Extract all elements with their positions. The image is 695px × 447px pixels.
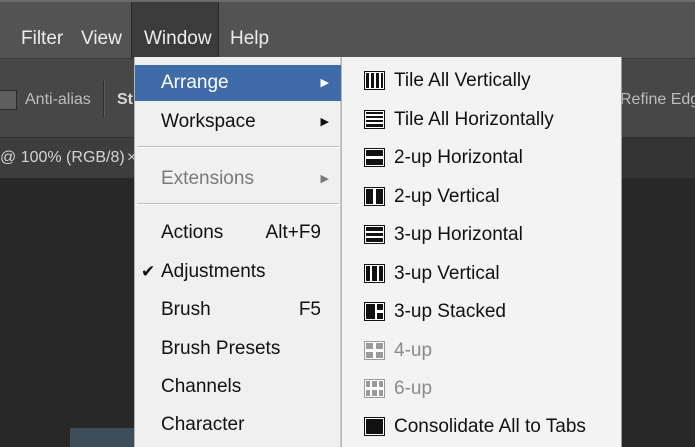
window-menu: Arrange ▶ Workspace ▶ Extensions ▶ Actio… (134, 57, 341, 447)
submenu-item-3-up-stacked[interactable]: 3-up Stacked (342, 294, 622, 330)
submenu-item-3-up-horizontal[interactable]: 3-up Horizontal (342, 217, 622, 253)
menu-item-character[interactable]: Character (135, 407, 341, 443)
menu-item-label: Brush Presets (161, 338, 281, 359)
style-label: St (117, 91, 133, 108)
menu-item-label: Brush (161, 299, 211, 320)
menu-item-label: Channels (161, 376, 242, 397)
menu-view[interactable]: View (81, 2, 122, 58)
menu-item-actions[interactable]: Actions Alt+F9 (135, 215, 341, 251)
arrange-submenu: Tile All Vertically Tile All Horizontall… (341, 57, 622, 447)
menu-item-brush[interactable]: Brush F5 (135, 292, 341, 328)
shortcut-label: F5 (298, 299, 321, 320)
submenu-item-label: 2-up Horizontal (394, 147, 523, 168)
antialias-label: Anti-alias (25, 91, 91, 108)
menu-item-label: Character (161, 414, 245, 435)
submenu-item-consolidate-all-to-tabs[interactable]: Consolidate All to Tabs (342, 409, 622, 445)
submenu-item-6-up: 6-up (342, 371, 622, 407)
menu-window[interactable]: Window (131, 2, 219, 58)
two-up-horizontal-icon (364, 148, 385, 167)
menu-item-label: Extensions (161, 168, 254, 189)
tile-horizontal-icon (364, 110, 385, 129)
menu-bar: Filter View Window Help (0, 0, 695, 58)
three-up-horizontal-icon (364, 225, 385, 244)
menu-separator (137, 203, 339, 205)
three-up-vertical-icon (364, 264, 385, 283)
menu-item-label: Arrange (161, 72, 229, 93)
menu-item-label: Adjustments (161, 261, 266, 282)
antialias-checkbox[interactable] (0, 90, 17, 110)
menu-item-workspace[interactable]: Workspace ▶ (135, 104, 341, 140)
submenu-item-2-up-vertical[interactable]: 2-up Vertical (342, 179, 622, 215)
submenu-item-tile-all-vertically[interactable]: Tile All Vertically (342, 63, 622, 99)
options-divider (103, 81, 105, 117)
submenu-item-label: Tile All Vertically (394, 70, 531, 91)
submenu-item-3-up-vertical[interactable]: 3-up Vertical (342, 256, 622, 292)
menu-item-label: Actions (161, 222, 224, 243)
menu-item-label: Workspace (161, 111, 256, 132)
submenu-arrow-icon: ▶ (320, 173, 329, 185)
submenu-arrow-icon: ▶ (320, 77, 329, 89)
submenu-item-2-up-horizontal[interactable]: 2-up Horizontal (342, 140, 622, 176)
three-up-stacked-icon (364, 302, 385, 321)
menu-help[interactable]: Help (230, 2, 269, 58)
submenu-item-tile-all-horizontally[interactable]: Tile All Horizontally (342, 102, 622, 138)
submenu-item-label: Tile All Horizontally (394, 109, 554, 130)
menu-item-extensions: Extensions ▶ (135, 161, 341, 197)
submenu-item-4-up: 4-up (342, 333, 622, 369)
menu-separator (137, 146, 339, 148)
submenu-item-label: 3-up Horizontal (394, 224, 523, 245)
submenu-item-label: Consolidate All to Tabs (394, 416, 586, 437)
submenu-item-label: 2-up Vertical (394, 186, 500, 207)
four-up-icon (364, 341, 385, 360)
submenu-arrow-icon: ▶ (320, 116, 329, 128)
two-up-vertical-icon (364, 187, 385, 206)
document-tab-title: @ 100% (RGB/8) (0, 149, 125, 166)
consolidate-tabs-icon (364, 417, 385, 436)
menu-item-adjustments[interactable]: ✔ Adjustments (135, 254, 341, 290)
menu-filter[interactable]: Filter (21, 2, 63, 58)
shortcut-label: Alt+F9 (265, 222, 321, 243)
menu-item-brush-presets[interactable]: Brush Presets (135, 331, 341, 367)
submenu-item-label: 4-up (394, 340, 433, 361)
submenu-item-label: 3-up Vertical (394, 263, 500, 284)
tile-vertical-icon (364, 71, 385, 90)
document-tab[interactable]: @ 100% (RGB/8) × (0, 138, 140, 178)
menu-item-arrange[interactable]: Arrange ▶ (135, 65, 341, 101)
menu-item-channels[interactable]: Channels (135, 369, 341, 405)
submenu-item-label: 6-up (394, 378, 433, 399)
six-up-icon (364, 379, 385, 398)
refine-edge-button[interactable]: Refine Edge... (620, 91, 695, 109)
submenu-item-label: 3-up Stacked (394, 301, 506, 322)
checkmark-icon: ✔ (141, 262, 156, 281)
